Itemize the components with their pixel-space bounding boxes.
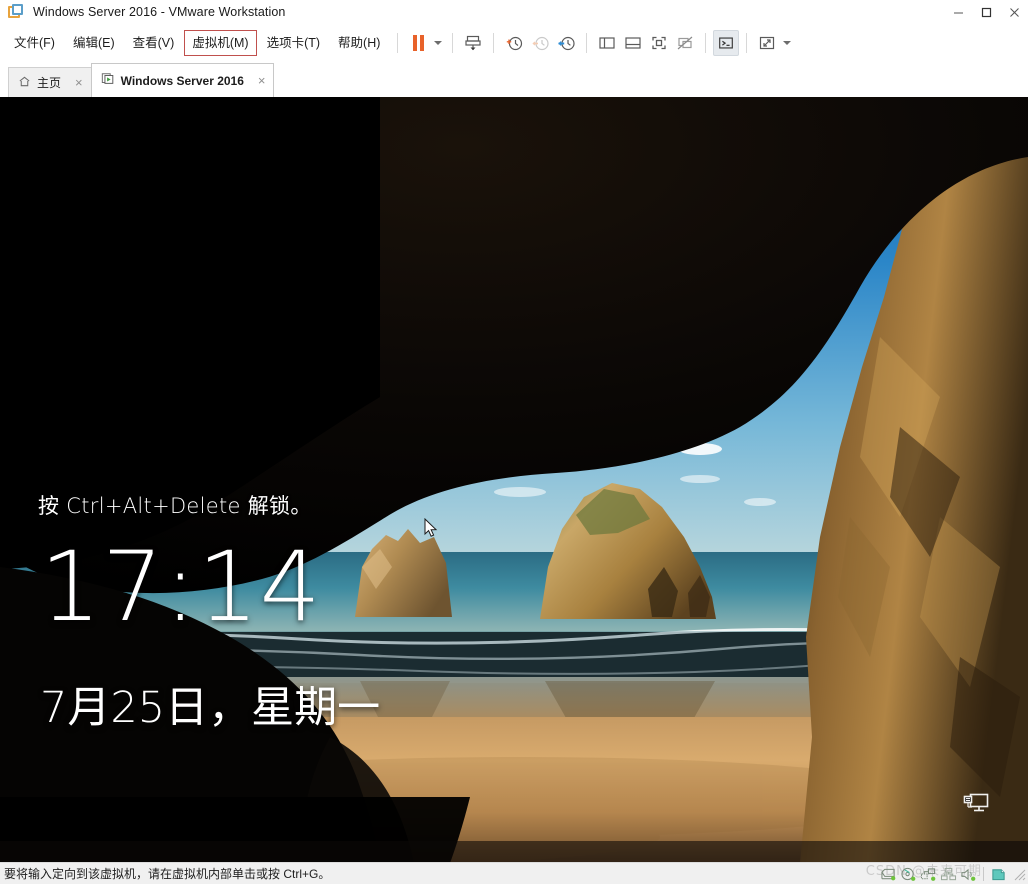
vm-display[interactable]: 按 Ctrl+Alt+Delete 解锁。 17:14 7月25日，星期一 [0, 97, 1028, 862]
toolbar-separator [586, 33, 588, 53]
suspend-pause-icon[interactable] [405, 30, 431, 56]
toolbar-separator [705, 33, 707, 53]
maximize-icon[interactable] [972, 0, 1000, 25]
unlock-hint: 按 Ctrl+Alt+Delete 解锁。 [38, 494, 312, 518]
toolbar-separator [397, 33, 399, 53]
tab-close-icon[interactable]: × [258, 74, 266, 87]
menu-item-tabs[interactable]: 选项卡(T) [259, 30, 328, 56]
menu-item-virtual-machine[interactable]: 虚拟机(M) [184, 30, 257, 56]
minimize-icon[interactable] [944, 0, 972, 25]
console-view-icon[interactable] [713, 30, 740, 56]
unity-mode-disabled-icon[interactable] [672, 30, 698, 56]
lock-screen-wallpaper [0, 97, 1028, 862]
take-snapshot-icon[interactable] [460, 30, 486, 56]
toolbar-separator [452, 33, 454, 53]
show-thumbnail-bar-icon[interactable] [620, 30, 646, 56]
tab-vm-label: Windows Server 2016 [120, 73, 244, 88]
tab-bar: 主页 × Windows Server 2016 × [0, 61, 1028, 97]
virtual-machine-icon [101, 72, 115, 89]
tab-home[interactable]: 主页 × [8, 67, 92, 97]
cd-dvd-icon[interactable] [900, 867, 917, 882]
title-bar[interactable]: Windows Server 2016 - VMware Workstation [0, 0, 1028, 25]
sound-card-icon[interactable] [960, 867, 977, 882]
manage-snapshots-icon[interactable] [553, 30, 579, 56]
status-device-tray: CSDN @未来可期 [866, 863, 1028, 884]
status-bar: 要将输入定向到该虚拟机，请在虚拟机内部单击或按 Ctrl+G。 CSDN @未来… [0, 862, 1028, 884]
usb-controller-icon[interactable] [940, 867, 957, 882]
status-separator [983, 867, 984, 881]
stretch-expand-icon[interactable] [754, 30, 780, 56]
lock-screen-clock: 17:14 [40, 531, 322, 643]
network-monitor-icon[interactable] [962, 791, 990, 820]
menu-bar: 文件(F) 编辑(E) 查看(V) 虚拟机(M) 选项卡(T) 帮助(H) [0, 25, 1028, 61]
menu-item-help[interactable]: 帮助(H) [330, 30, 388, 56]
toolbar-separator [493, 33, 495, 53]
vmware-logo-icon [8, 4, 24, 20]
network-adapter-icon[interactable] [920, 867, 937, 882]
snapshot-clock-plus-icon[interactable] [501, 30, 527, 56]
enter-fullscreen-icon[interactable] [646, 30, 672, 56]
tab-close-icon[interactable]: × [75, 76, 83, 89]
toolbar-separator [746, 33, 748, 53]
tab-home-label: 主页 [37, 76, 62, 90]
menu-item-file[interactable]: 文件(F) [6, 30, 63, 56]
resize-grip-icon[interactable] [1012, 867, 1026, 881]
close-icon[interactable] [1000, 0, 1028, 25]
printer-icon[interactable] [990, 867, 1007, 882]
home-icon [18, 75, 31, 91]
hard-disk-icon[interactable] [880, 867, 897, 882]
chevron-down-icon-stretch[interactable] [780, 30, 794, 56]
tab-windows-server-2016[interactable]: Windows Server 2016 × [90, 63, 275, 97]
mouse-pointer-icon [424, 517, 438, 543]
status-message: 要将输入定向到该虚拟机，请在虚拟机内部单击或按 Ctrl+G。 [4, 867, 331, 881]
menu-item-view[interactable]: 查看(V) [125, 30, 183, 56]
menu-item-edit[interactable]: 编辑(E) [65, 30, 123, 56]
revert-snapshot-icon[interactable] [527, 30, 553, 56]
show-library-icon[interactable] [594, 30, 620, 56]
window-title: Windows Server 2016 - VMware Workstation [33, 5, 286, 19]
lock-screen-date: 7月25日，星期一 [40, 683, 381, 733]
chevron-down-icon-power[interactable] [431, 30, 445, 56]
window-controls [944, 0, 1028, 25]
